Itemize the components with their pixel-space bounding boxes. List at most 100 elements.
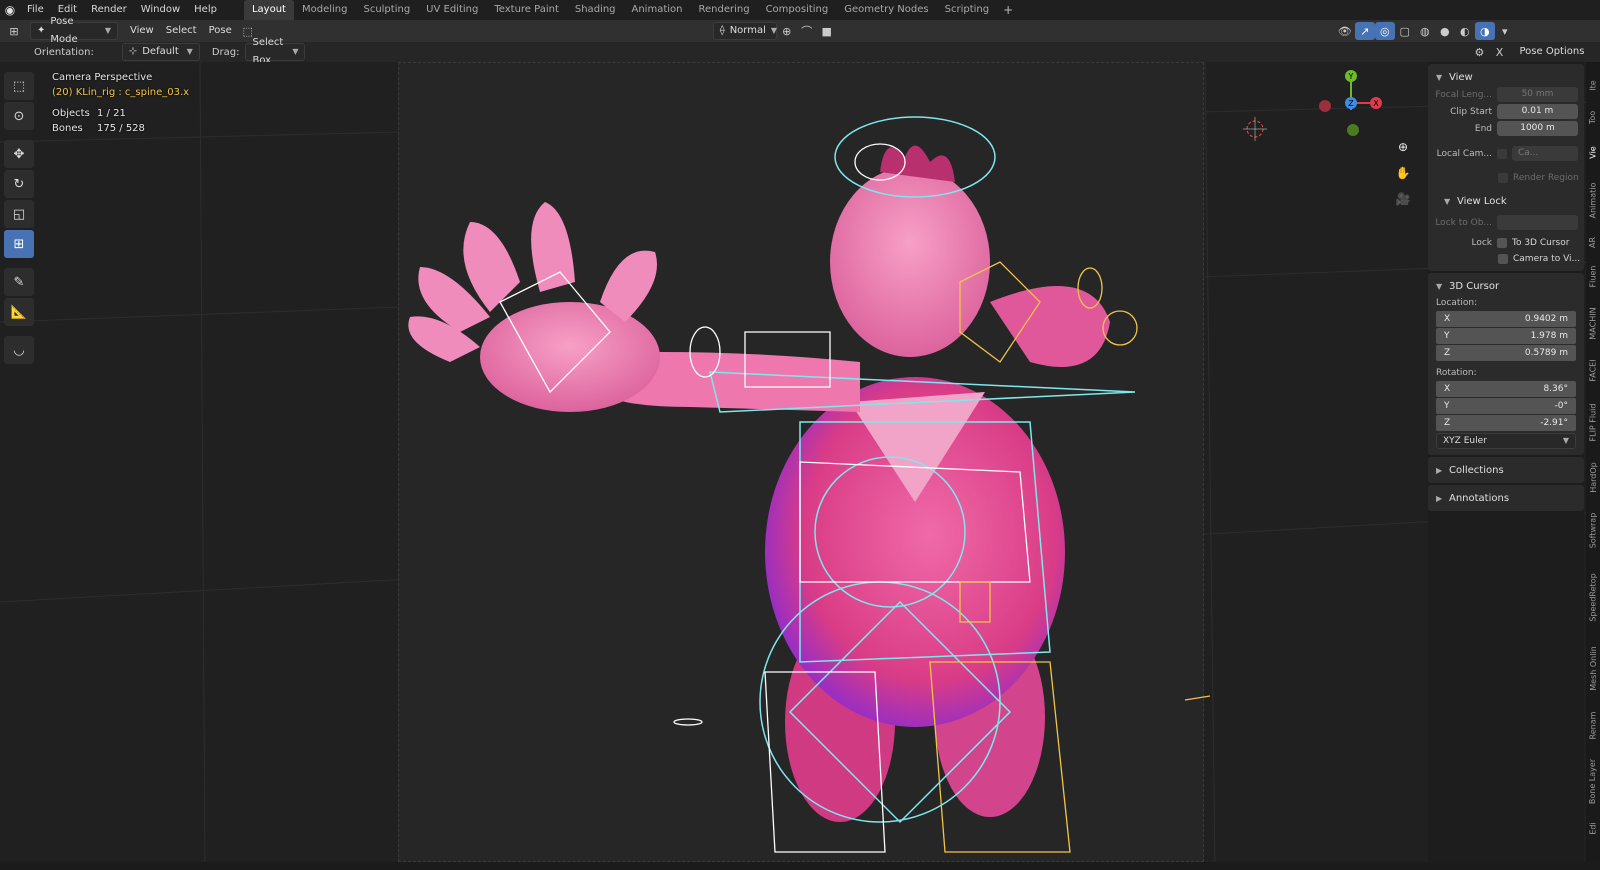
visibility-icon[interactable]: 👁 <box>1335 22 1355 40</box>
annotate-tool-icon[interactable]: ✎ <box>4 268 34 296</box>
material-shading-icon[interactable]: ◐ <box>1455 22 1475 40</box>
sidebar-tab-facei[interactable]: FACEI <box>1586 350 1600 390</box>
view-lock-header[interactable]: ▼ View Lock <box>1428 192 1584 210</box>
bones-value: 175 / 528 <box>97 123 145 134</box>
location-y-field[interactable]: Y 1.978 m <box>1436 328 1576 344</box>
sidebar-tab-ar[interactable]: AR <box>1586 230 1600 254</box>
clip-end-field[interactable]: 1000 m <box>1497 121 1578 136</box>
x-axis-mirror-icon[interactable]: X <box>1489 43 1509 61</box>
measure-tool-icon[interactable]: 📐 <box>4 298 34 326</box>
render-region-checkbox[interactable] <box>1498 173 1508 183</box>
relax-pose-tool-icon[interactable]: ◡ <box>4 336 34 364</box>
tab-sculpting[interactable]: Sculpting <box>355 0 418 20</box>
add-workspace-icon[interactable]: + <box>997 0 1019 20</box>
sidebar-tab-speedretopo[interactable]: SpeedRetop <box>1586 560 1600 634</box>
location-z-field[interactable]: Z 0.5789 m <box>1436 345 1576 361</box>
menu-select[interactable]: Select <box>160 22 203 40</box>
menu-pose[interactable]: Pose <box>203 22 238 40</box>
tab-shading[interactable]: Shading <box>567 0 624 20</box>
rendered-shading-icon[interactable]: ◑ <box>1474 22 1495 40</box>
sidebar-tab-hardops[interactable]: HardOp <box>1586 454 1600 500</box>
chevron-down-icon: ▼ <box>1436 72 1443 82</box>
tab-compositing[interactable]: Compositing <box>758 0 837 20</box>
tab-uv-editing[interactable]: UV Editing <box>418 0 486 20</box>
blender-logo-icon[interactable]: ◉ <box>0 0 20 20</box>
orientation-dropdown[interactable]: ⊹ Default ▼ <box>121 43 200 61</box>
xray-toggle-icon[interactable]: ▢ <box>1395 22 1415 40</box>
tab-layout[interactable]: Layout <box>243 0 294 20</box>
location-x-field[interactable]: X 0.9402 m <box>1436 311 1576 327</box>
sidebar-tab-animation[interactable]: Animatio <box>1586 172 1600 228</box>
overlays-toggle-icon[interactable]: ◎ <box>1374 22 1395 40</box>
scale-tool-icon[interactable]: ◱ <box>4 200 34 228</box>
menu-window[interactable]: Window <box>134 0 187 20</box>
tab-scripting[interactable]: Scripting <box>937 0 997 20</box>
zoom-icon[interactable]: ⊕ <box>1392 136 1414 158</box>
annotations-header[interactable]: ▶ Annotations <box>1428 489 1584 507</box>
focal-length-field[interactable]: 50 mm <box>1497 87 1578 102</box>
tab-animation[interactable]: Animation <box>624 0 691 20</box>
lock-to-cursor-checkbox[interactable] <box>1497 237 1507 248</box>
sidebar-tab-edit[interactable]: Edi <box>1586 814 1600 842</box>
3d-viewport[interactable]: Y X Z ⊕ ✋ 🎥 <box>0 62 1600 870</box>
pan-hand-icon[interactable]: ✋ <box>1392 162 1414 184</box>
settings-icon[interactable]: ⚙ <box>1469 43 1489 61</box>
transform-tool-icon[interactable]: ⊞ <box>4 230 34 258</box>
sidebar-tab-item[interactable]: Ite <box>1586 70 1600 100</box>
sidebar-tab-label: AR <box>1588 236 1598 248</box>
sidebar-tab-fluent[interactable]: Fluen <box>1586 256 1600 296</box>
solid-shading-icon[interactable]: ● <box>1435 22 1455 40</box>
rotation-y-field[interactable]: Y -0° <box>1436 398 1576 414</box>
gizmo-toggle-icon[interactable]: ↗ <box>1354 22 1375 40</box>
rotation-x-field[interactable]: X 8.36° <box>1436 381 1576 397</box>
sidebar-tab-bone-layer[interactable]: Bone Layer <box>1586 750 1600 812</box>
sidebar-tab-flip-fluid[interactable]: FLIP Fluid <box>1586 392 1600 452</box>
tool-gap <box>4 132 36 138</box>
rotate-tool-icon[interactable]: ↻ <box>4 170 34 198</box>
proportional-edit-icon[interactable]: ■ <box>817 22 837 40</box>
menu-view[interactable]: View <box>124 22 160 40</box>
tab-geometry-nodes[interactable]: Geometry Nodes <box>836 0 936 20</box>
sidebar-tab-machin[interactable]: MACHIN <box>1586 298 1600 348</box>
editor-type-icon[interactable]: ⊞ <box>4 22 24 40</box>
sidebar-tab-softwrap[interactable]: Softwrap <box>1586 502 1600 558</box>
rotation-mode-dropdown[interactable]: XYZ Euler ▼ <box>1436 433 1576 449</box>
drag-dropdown[interactable]: Select Box ▼ <box>245 37 306 66</box>
shading-options-icon[interactable]: ▾ <box>1495 22 1515 40</box>
sidebar-tab-mesh-online[interactable]: Mesh Onlin <box>1586 636 1600 700</box>
transform-orientation-dropdown[interactable]: ⟠ Normal ▼ <box>712 22 777 40</box>
lock-to-object-field[interactable] <box>1497 215 1578 230</box>
local-camera-field[interactable]: Ca... <box>1512 146 1578 161</box>
tab-modeling[interactable]: Modeling <box>294 0 356 20</box>
sidebar-tab-view[interactable]: Vie <box>1586 134 1600 170</box>
3d-cursor-header[interactable]: ▼ 3D Cursor <box>1428 277 1584 295</box>
snap-icon[interactable]: ⌒ <box>797 22 817 40</box>
clip-end-row: End 1000 m <box>1428 120 1584 137</box>
collections-header[interactable]: ▶ Collections <box>1428 461 1584 479</box>
sidebar-tab-tool[interactable]: Too <box>1586 102 1600 132</box>
tab-texture-paint[interactable]: Texture Paint <box>486 0 567 20</box>
navigation-gizmo[interactable]: Y X Z <box>1318 70 1398 150</box>
select-box-tool-icon[interactable]: ⬚ <box>4 72 34 100</box>
pivot-point-icon[interactable]: ⊕ <box>777 22 797 40</box>
mode-dropdown[interactable]: ✦ Pose Mode ▼ <box>30 16 118 45</box>
chevron-down-icon: ▼ <box>186 47 193 56</box>
camera-view-icon[interactable]: 🎥 <box>1392 188 1414 210</box>
camera-to-view-checkbox[interactable] <box>1498 254 1508 264</box>
rotation-z-field[interactable]: Z -2.91° <box>1436 415 1576 431</box>
sidebar-tab-rename[interactable]: Renam <box>1586 702 1600 748</box>
sidebar-tab-label: Fluen <box>1588 265 1598 287</box>
pose-options-button[interactable]: Pose Options <box>1513 43 1590 61</box>
wireframe-shading-icon[interactable]: ◍ <box>1415 22 1435 40</box>
clip-start-field[interactable]: 0.01 m <box>1497 104 1578 119</box>
cursor-tool-icon[interactable]: ⊙ <box>4 102 34 130</box>
move-tool-icon[interactable]: ✥ <box>4 140 34 168</box>
menu-file[interactable]: File <box>20 0 51 20</box>
menu-help[interactable]: Help <box>187 0 224 20</box>
annotations-title: Annotations <box>1449 492 1510 504</box>
rotation-z-value: -2.91° <box>1540 418 1568 428</box>
view-panel-header[interactable]: ▼ View <box>1428 68 1584 86</box>
tab-rendering[interactable]: Rendering <box>690 0 757 20</box>
local-camera-checkbox[interactable] <box>1497 148 1507 159</box>
character-body <box>408 145 1110 822</box>
